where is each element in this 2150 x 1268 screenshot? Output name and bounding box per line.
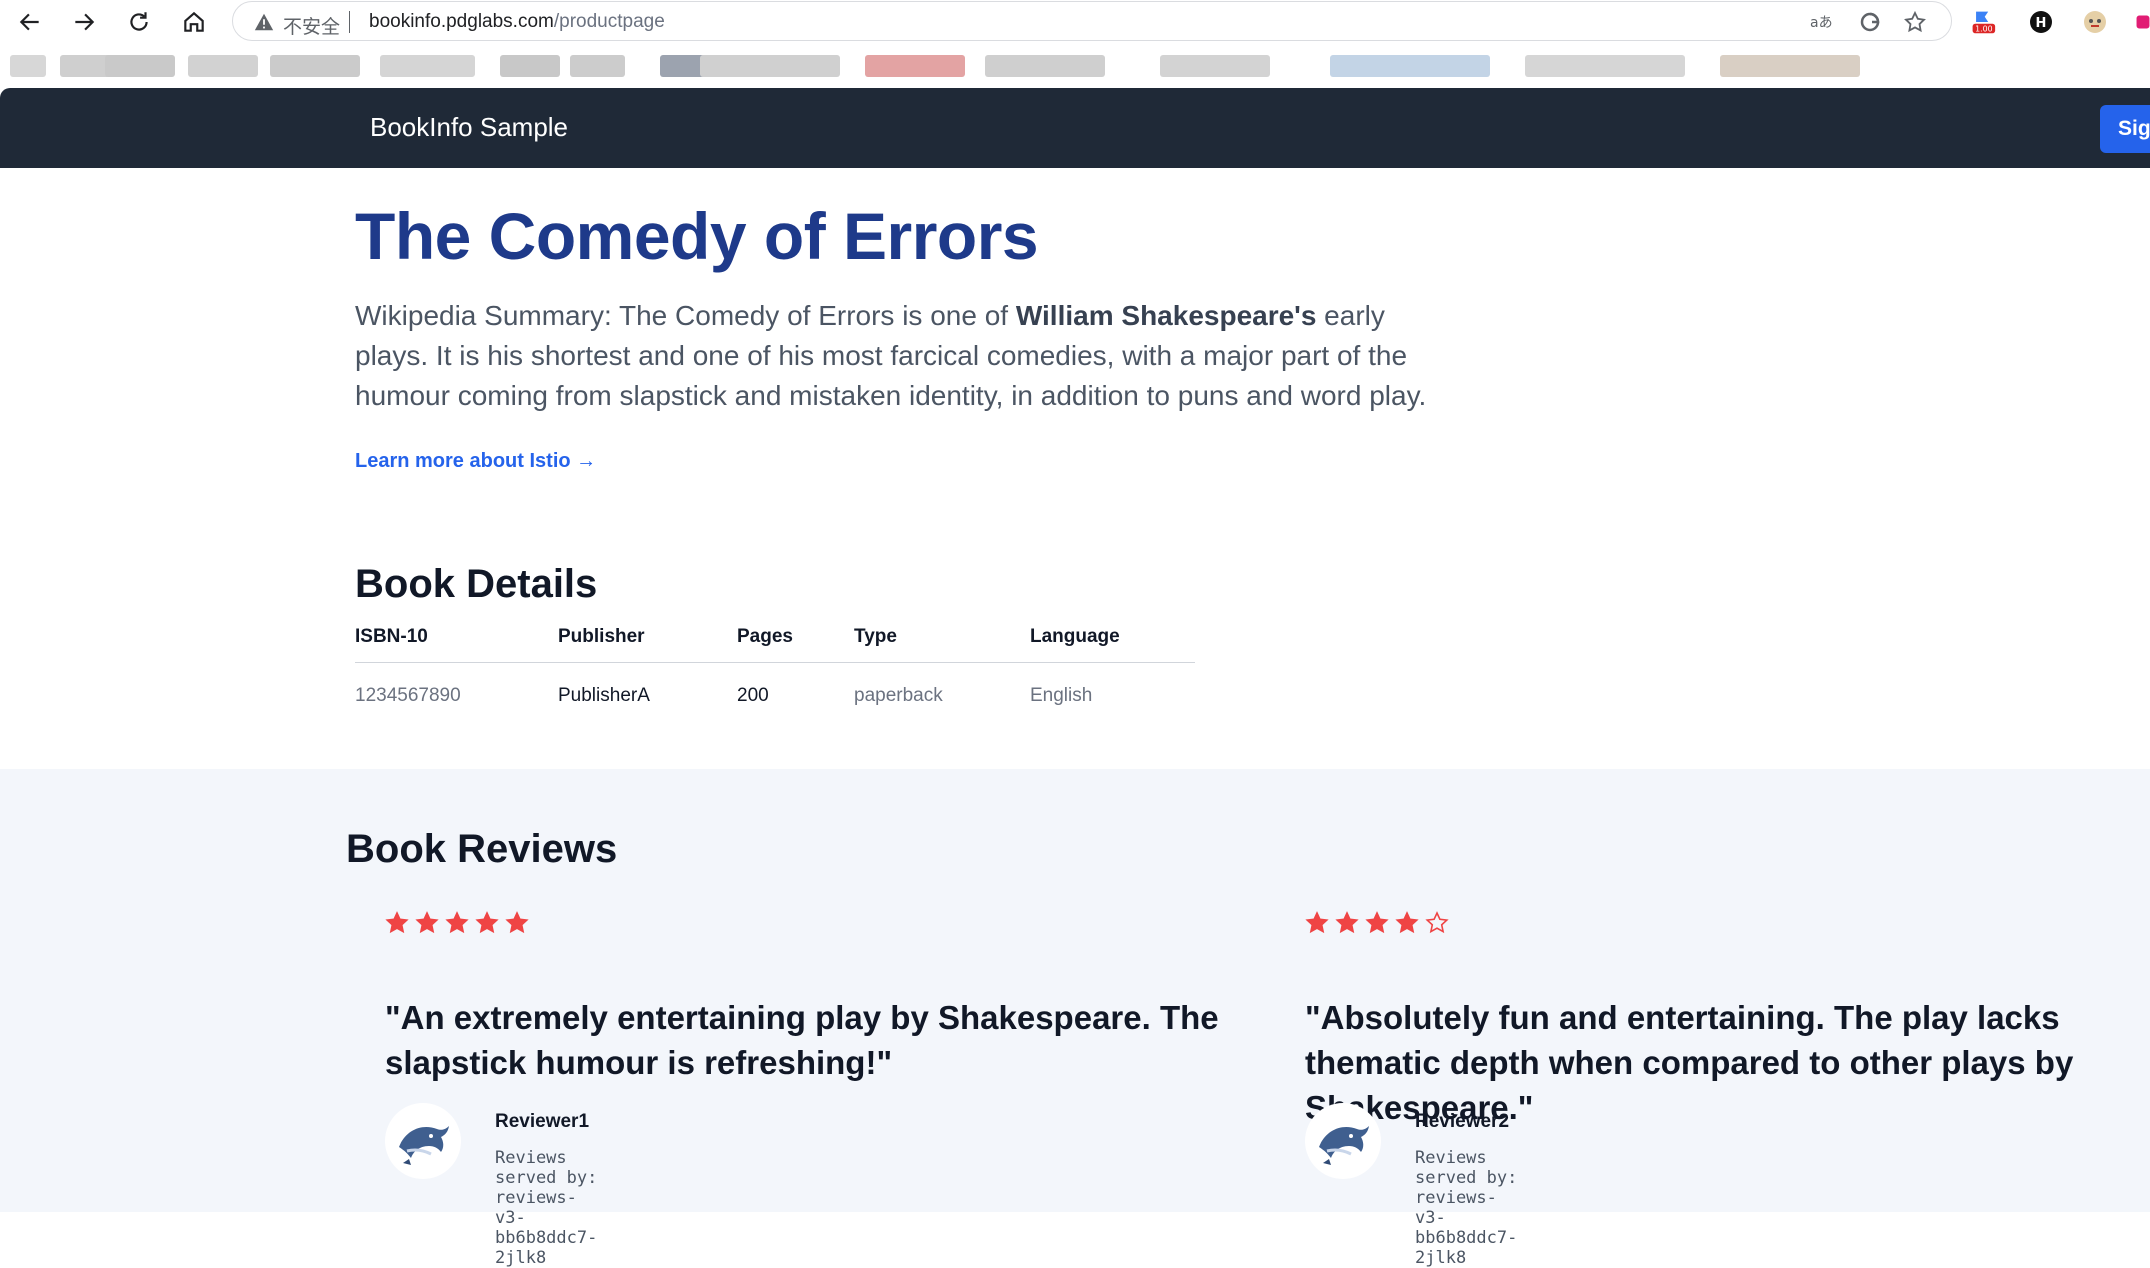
bookmark-item[interactable] (865, 55, 965, 77)
edge-refresh-icon[interactable] (1858, 10, 1882, 34)
bookmark-item[interactable] (1330, 55, 1490, 77)
reload-icon (130, 12, 148, 31)
back-button[interactable] (11, 3, 49, 41)
arrow-right-icon (75, 13, 95, 31)
warning-icon (254, 13, 274, 31)
star-filled-icon (445, 911, 469, 934)
bookmark-item[interactable] (1525, 55, 1685, 77)
served-by-text: Reviews served by: reviews-v3-bb6b8ddc7-… (495, 1148, 598, 1268)
star-filled-icon (1395, 911, 1419, 934)
reviewer-avatar (385, 1103, 461, 1179)
book-details-heading: Book Details (355, 562, 598, 606)
address-bar[interactable]: 不安全 bookinfo.pdglabs.com/productpage aあ (232, 1, 1952, 41)
translate-icon[interactable]: aあ (1808, 10, 1832, 34)
bookmark-item[interactable] (700, 55, 840, 77)
bookmark-item[interactable] (105, 55, 175, 77)
h-extension-icon: H (2030, 11, 2052, 33)
svg-text:aあ: aあ (1810, 15, 1832, 31)
url-host: bookinfo.pdglabs.com (369, 11, 554, 32)
book-reviews-heading: Book Reviews (346, 827, 618, 871)
bookmark-item[interactable] (1720, 55, 1860, 77)
cell-publisher: PublisherA (558, 685, 650, 706)
bookmark-item[interactable] (270, 55, 360, 77)
column-header-publisher: Publisher (558, 626, 737, 663)
dolphin-icon (1319, 1126, 1369, 1165)
star-rating (385, 911, 529, 935)
table-row: 1234567890 PublisherA 200 paperback Engl… (355, 663, 1195, 730)
column-header-language: Language (1030, 626, 1195, 663)
star-filled-icon (1305, 911, 1329, 934)
cell-isbn: 1234567890 (355, 685, 461, 706)
app-header: BookInfo Sample Sign in (0, 88, 2150, 168)
profile-avatar-icon (2084, 11, 2106, 33)
extension-letter: H (2036, 16, 2047, 31)
review-text: "An extremely entertaining play by Shake… (385, 999, 1219, 1081)
review-text: "Absolutely fun and entertaining. The pl… (1305, 999, 2074, 1126)
reviewer-name: Reviewer2 (1415, 1111, 1510, 1132)
extension-pink-button[interactable] (2136, 9, 2150, 35)
star-filled-icon (385, 911, 409, 934)
flag-extension-icon: 1.00 (1972, 11, 1996, 34)
star-rating (1305, 911, 1449, 935)
star-empty-icon (1425, 911, 1449, 934)
url-text: bookinfo.pdglabs.com/productpage (369, 11, 665, 33)
bookmark-item[interactable] (500, 55, 560, 77)
omnibox-divider (349, 11, 350, 33)
security-label: 不安全 (283, 16, 341, 38)
home-button[interactable] (175, 3, 213, 41)
reviews-section: Book Reviews "An extremely entertaining … (0, 769, 2150, 1268)
bookmark-star-icon[interactable] (1903, 10, 1927, 34)
reviewer-avatar (1305, 1103, 1381, 1179)
bookmark-item[interactable] (60, 55, 110, 77)
reload-button[interactable] (120, 3, 158, 41)
reviewer-name: Reviewer1 (495, 1111, 590, 1132)
brand-title[interactable]: BookInfo Sample (370, 112, 568, 143)
page-title: The Comedy of Errors (355, 199, 1039, 273)
bookmark-item[interactable] (188, 55, 258, 77)
cell-pages: 200 (737, 685, 769, 706)
star-filled-icon (505, 911, 529, 934)
cell-language: English (1030, 685, 1093, 706)
summary-lead: Wikipedia Summary: The Comedy of Errors … (355, 300, 1016, 331)
dolphin-icon (399, 1126, 449, 1165)
bookmark-item[interactable] (570, 55, 625, 77)
product-summary: Wikipedia Summary: The Comedy of Errors … (355, 296, 1465, 416)
star-filled-icon (475, 911, 499, 934)
star-filled-icon (415, 911, 439, 934)
bookmark-item[interactable] (10, 55, 46, 77)
bookmarks-bar (0, 43, 2150, 88)
book-details-table: ISBN-10 Publisher Pages Type Language 12… (355, 626, 1195, 729)
sign-in-button[interactable]: Sign in (2100, 105, 2150, 153)
bookmark-item[interactable] (380, 55, 475, 77)
home-icon (184, 11, 204, 32)
column-header-isbn: ISBN-10 (355, 626, 558, 663)
summary-author: William Shakespeare's (1015, 300, 1317, 331)
bookmark-item[interactable] (660, 55, 705, 77)
extension-flag-button[interactable]: 1.00 (1970, 9, 1996, 35)
bookmark-item[interactable] (985, 55, 1105, 77)
profile-button[interactable] (2082, 9, 2108, 35)
served-by-text: Reviews served by: reviews-v3-bb6b8ddc7-… (1415, 1148, 1518, 1268)
bookmark-item[interactable] (1160, 55, 1270, 77)
cell-type: paperback (854, 685, 943, 706)
url-path: /productpage (553, 11, 665, 32)
extension-badge: 1.00 (1975, 25, 1992, 34)
column-header-type: Type (854, 626, 1030, 663)
star-filled-icon (1335, 911, 1359, 934)
pink-extension-icon (2136, 15, 2150, 29)
arrow-left-icon (19, 13, 39, 31)
learn-more-link[interactable]: Learn more about Istio → (355, 450, 596, 473)
browser-toolbar: 不安全 bookinfo.pdglabs.com/productpage aあ … (0, 0, 2150, 43)
table-header-row: ISBN-10 Publisher Pages Type Language (355, 626, 1195, 663)
forward-button[interactable] (65, 3, 103, 41)
star-filled-icon (1365, 911, 1389, 934)
column-header-pages: Pages (737, 626, 854, 663)
extension-h-button[interactable]: H (2028, 9, 2054, 35)
